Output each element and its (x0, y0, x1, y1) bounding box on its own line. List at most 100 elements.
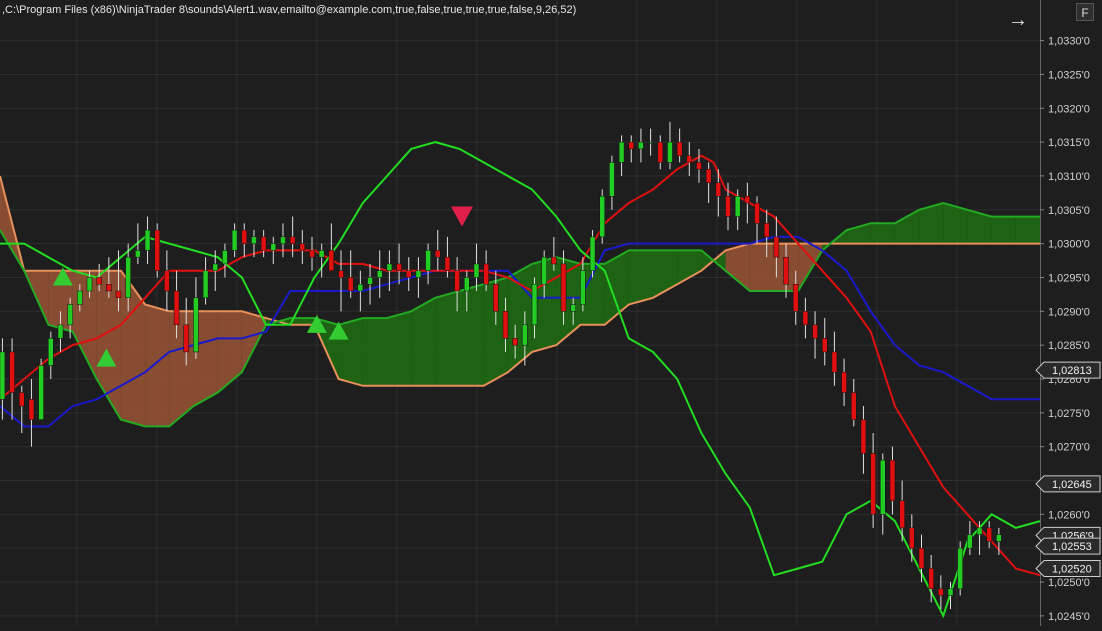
candle-body (560, 263, 567, 312)
candle-body (183, 324, 189, 353)
cloud-bull-segment (411, 297, 436, 386)
y-tick-label: 1,0305'0 (1048, 205, 1090, 217)
candle-up (957, 541, 963, 596)
y-tick-label: 1,0250'0 (1048, 577, 1090, 589)
candle-body (947, 588, 954, 596)
candle-body (647, 141, 654, 144)
y-tick-label: 1,0300'0 (1048, 239, 1090, 251)
cloud-bull-segment (435, 291, 460, 386)
y-tick-label: 1,0315'0 (1048, 137, 1090, 149)
candle-body (725, 196, 731, 217)
candle-body (996, 534, 1002, 542)
candle-body (38, 365, 44, 420)
candle-body (657, 141, 664, 163)
candle-body (19, 392, 25, 407)
price-badge-label: 1,02520 (1052, 563, 1092, 575)
candle-body (802, 311, 809, 326)
candle-up (38, 358, 44, 420)
candle-body (0, 351, 6, 400)
cloud-bull-segment (1015, 216, 1040, 244)
candle-body (918, 547, 925, 569)
candle-body (638, 141, 644, 150)
cloud-bull-segment (386, 311, 412, 386)
candle-body (502, 311, 509, 339)
candle-body (125, 256, 131, 299)
cloud-bear-segment (145, 304, 170, 427)
candle-body (106, 283, 112, 292)
candle-body (851, 392, 857, 420)
y-tick-label: 1,0245'0 (1048, 611, 1090, 623)
candle-body (231, 229, 238, 251)
chart-root: 1,0330'0 1,0325'0 1,0320'0 1,0315'0 1,0310'0… (0, 0, 1102, 626)
candle-body (570, 304, 576, 312)
y-tick-label: 1,0290'0 (1048, 306, 1090, 318)
candle-body (473, 263, 480, 278)
candle-body (396, 263, 402, 271)
cloud-bull-segment (991, 216, 1016, 244)
candle-body (48, 338, 54, 366)
candle-body (77, 290, 83, 305)
cloud-bull-segment (870, 223, 895, 244)
candle-body (28, 399, 35, 420)
candle-body (483, 263, 489, 285)
price-badge: 1,02520 (1035, 559, 1101, 577)
arrow-right-icon[interactable]: → (1006, 8, 1030, 32)
chart-svg: 1,0330'0 1,0325'0 1,0320'0 1,0315'0 1,0310'0… (0, 0, 1102, 626)
cloud-bull-segment (362, 318, 387, 386)
candle-body (821, 338, 828, 353)
candle-body (251, 236, 257, 244)
candle-body (318, 250, 325, 258)
candle-body (976, 527, 983, 535)
candle-body (792, 283, 799, 312)
candle-body (909, 527, 915, 549)
candle-body (222, 250, 228, 265)
y-tick-label: 1,0325'0 (1048, 69, 1090, 81)
candle-body (744, 196, 751, 204)
candle-body (376, 270, 383, 278)
price-badge-label: 1,02645 (1052, 479, 1092, 491)
candle-body (270, 243, 277, 251)
candle-body (580, 270, 586, 305)
candle-body (763, 223, 770, 238)
candle-body (357, 283, 364, 292)
f-button[interactable]: F (1076, 3, 1094, 21)
price-badge-label: 1,02813 (1052, 365, 1092, 377)
y-tick-label: 1,0260'0 (1048, 509, 1090, 521)
candle-body (193, 297, 199, 353)
candle-body (405, 270, 412, 278)
y-tick-label: 1,0310'0 (1048, 171, 1090, 183)
candle-body (96, 277, 102, 285)
candle-body (928, 568, 934, 590)
candle-body (435, 250, 441, 258)
candle-body (880, 459, 886, 515)
price-badge: 1,02813 (1035, 361, 1101, 379)
candle-body (734, 196, 741, 217)
cloud-bull-segment (459, 284, 484, 386)
candle-body (289, 236, 296, 244)
candle-body (986, 527, 992, 542)
price-badge: 1,02553 (1035, 537, 1101, 555)
candle-body (889, 459, 896, 502)
candle-body (541, 256, 547, 285)
candle-body (212, 263, 219, 271)
candle-body (531, 283, 538, 326)
candle-body (676, 141, 683, 156)
candle-body (812, 324, 818, 339)
cloud-bull-segment (628, 250, 654, 305)
candle-body (938, 588, 944, 596)
candle-body (464, 277, 470, 292)
candle-body (299, 243, 306, 251)
candle-body (841, 371, 847, 393)
y-tick-label: 1,0275'0 (1048, 408, 1090, 420)
candle-body (783, 256, 789, 285)
candle-body (144, 229, 151, 251)
y-tick-label: 1,0330'0 (1048, 36, 1090, 48)
candle-body (618, 141, 625, 163)
candle-body (415, 270, 422, 278)
candle-body (386, 263, 393, 271)
candle-body (444, 256, 451, 271)
y-tick-label: 1,0285'0 (1048, 340, 1090, 352)
candle-body (860, 419, 867, 454)
candle-body (967, 534, 973, 549)
candle-body (493, 283, 499, 312)
